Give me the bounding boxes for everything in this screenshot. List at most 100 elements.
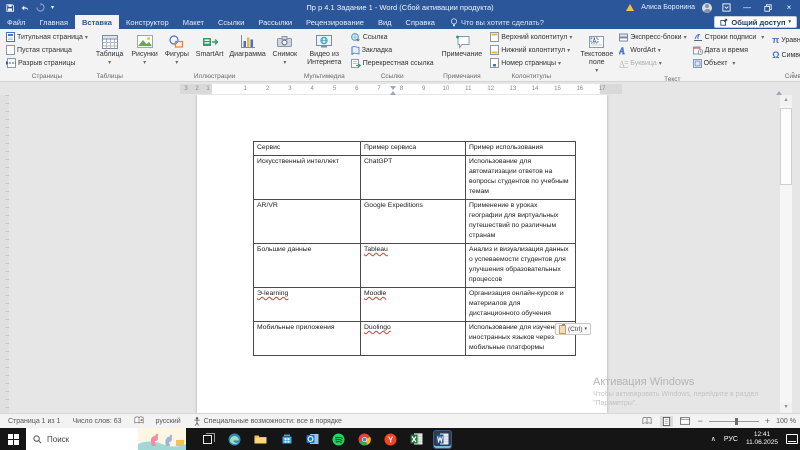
table-cell[interactable]: Большие данные (254, 244, 361, 288)
share-button[interactable]: Общий доступ ▾ (714, 16, 797, 28)
document-page[interactable]: СервисПример сервисаПример использования… (197, 95, 607, 413)
redo-icon[interactable] (36, 3, 45, 12)
paste-options-button[interactable]: (Ctrl) ▾ (555, 323, 591, 335)
accessibility-status[interactable]: Специальные возможности: все в порядке (193, 417, 342, 426)
chrome-icon[interactable] (356, 431, 373, 448)
outlook-icon[interactable] (304, 431, 321, 448)
minimize-button[interactable]: — (740, 0, 754, 15)
customize-qat-icon[interactable]: ▾ (51, 4, 54, 11)
smartart-button[interactable]: SmartArt (194, 31, 226, 72)
symbol-button[interactable]: Ω Символ▾ (770, 49, 800, 61)
tray-expand-icon[interactable]: ∧ (711, 435, 716, 443)
table-cell[interactable]: Moodle (361, 288, 466, 322)
yandex-browser-icon[interactable]: Y (382, 431, 399, 448)
tab-справка[interactable]: Справка (399, 15, 442, 29)
web-layout-icon[interactable] (679, 416, 692, 427)
action-center-icon[interactable] (786, 434, 798, 444)
tell-me-box[interactable]: Что вы хотите сделать? (442, 15, 544, 29)
table-header-cell[interactable]: Пример сервиса (361, 142, 466, 156)
tab-рецензирование[interactable]: Рецензирование (299, 15, 371, 29)
ribbon-display-options-button[interactable] (719, 0, 733, 15)
blank-page-button[interactable]: Пустая страница (4, 44, 90, 56)
online-video-button[interactable]: Видео из Интернета (304, 31, 345, 72)
table-cell[interactable]: Использование для автоматизации ответов … (466, 156, 576, 200)
table-cell[interactable]: Google Expeditions (361, 200, 466, 244)
date-time-button[interactable]: Дата и время (691, 44, 767, 56)
tab-файл[interactable]: Файл (0, 15, 32, 29)
table-cell[interactable]: Анализ и визуализация данных о успеваемо… (466, 244, 576, 288)
zoom-slider-thumb[interactable] (735, 418, 738, 425)
table-cell[interactable]: Применение в уроках географии для виртуа… (466, 200, 576, 244)
language-indicator[interactable]: русский (156, 418, 181, 425)
footer-button[interactable]: Нижний колонтитул▾ (488, 44, 574, 56)
table-cell[interactable]: Duolingo (361, 322, 466, 356)
tab-вид[interactable]: Вид (371, 15, 399, 29)
header-button[interactable]: Верхний колонтитул▾ (488, 31, 574, 43)
table-cell[interactable]: Мобильные приложения (254, 322, 361, 356)
edge-icon[interactable] (226, 431, 243, 448)
horizontal-ruler[interactable]: 3211234567891011121314151617 (180, 84, 622, 94)
clock[interactable]: 12:4111.06.2025 (746, 431, 778, 447)
zoom-in-button[interactable]: + (765, 416, 770, 426)
chart-button[interactable]: Диаграмма (227, 31, 267, 72)
table-button[interactable]: Таблица ▾ (94, 31, 125, 72)
restore-button[interactable] (761, 0, 775, 15)
cross-reference-button[interactable]: Перекрестная ссылка (349, 57, 436, 69)
first-line-indent-marker[interactable] (390, 86, 396, 90)
input-language[interactable]: РУС (724, 436, 738, 443)
bookmark-button[interactable]: Закладка (349, 44, 436, 56)
page-indicator[interactable]: Страница 1 из 1 (8, 418, 60, 425)
microsoft-store-icon[interactable] (278, 431, 295, 448)
screenshot-button[interactable]: Снимок▾ (270, 31, 300, 72)
zoom-slider[interactable] (709, 421, 759, 422)
table-cell[interactable]: Tableau (361, 244, 466, 288)
vertical-scrollbar[interactable]: ▴ ▾ (780, 95, 792, 413)
table-cell[interactable]: Искусственный интеллект (254, 156, 361, 200)
table-cell[interactable]: ChatGPT (361, 156, 466, 200)
tab-вставка[interactable]: Вставка (75, 15, 119, 29)
table-cell[interactable]: AR/VR (254, 200, 361, 244)
save-icon[interactable] (6, 4, 14, 12)
tab-конструктор[interactable]: Конструктор (119, 15, 176, 29)
text-box-button[interactable]: A Текстовое поле▾ (578, 31, 615, 75)
word-icon[interactable] (434, 431, 451, 448)
tab-макет[interactable]: Макет (176, 15, 211, 29)
table-header-cell[interactable]: Пример использования (466, 142, 576, 156)
account-name[interactable]: Алиса Боронина (641, 4, 695, 11)
tab-главная[interactable]: Главная (32, 15, 75, 29)
comment-button[interactable]: Примечание (440, 31, 485, 72)
collapse-ribbon-icon[interactable]: ⌃ (790, 71, 796, 79)
user-avatar[interactable] (702, 3, 712, 13)
zoom-level[interactable]: 100 % (776, 418, 796, 425)
page-break-button[interactable]: Разрыв страницы (4, 57, 90, 69)
read-mode-icon[interactable] (641, 416, 654, 427)
task-view-icon[interactable] (200, 431, 217, 448)
content-table[interactable]: СервисПример сервисаПример использования… (253, 141, 576, 356)
cover-page-button[interactable]: Титульная страница▾ (4, 31, 90, 43)
undo-icon[interactable] (20, 4, 30, 12)
spotify-icon[interactable] (330, 431, 347, 448)
zoom-out-button[interactable]: − (698, 416, 703, 426)
file-explorer-icon[interactable] (252, 431, 269, 448)
object-button[interactable]: Объект▾ (691, 57, 767, 69)
pictures-button[interactable]: Рисунки▾ (129, 31, 159, 72)
start-button[interactable] (0, 428, 26, 450)
scroll-down-icon[interactable]: ▾ (780, 402, 792, 413)
scroll-up-icon[interactable]: ▴ (780, 95, 792, 106)
signature-line-button[interactable]: Строки подписи▾ (691, 31, 767, 43)
shapes-button[interactable]: Фигуры▾ (162, 31, 192, 72)
equation-button[interactable]: π Уравнение▾ (770, 34, 800, 46)
scrollbar-thumb[interactable] (780, 108, 792, 185)
wordart-button[interactable]: A WordArt▾ (617, 44, 688, 56)
vertical-ruler[interactable] (0, 95, 9, 413)
quick-parts-button[interactable]: Экспресс-блоки▾ (617, 31, 688, 43)
tab-ссылки[interactable]: Ссылки (211, 15, 251, 29)
tab-рассылки[interactable]: Рассылки (251, 15, 299, 29)
link-button[interactable]: Ссылка (349, 31, 436, 43)
print-layout-icon[interactable] (660, 416, 673, 427)
page-number-button[interactable]: Номер страницы▾ (488, 57, 574, 69)
table-cell[interactable]: Э-learning (254, 288, 361, 322)
table-header-cell[interactable]: Сервис (254, 142, 361, 156)
drop-cap-button[interactable]: A Буквица▾ (617, 57, 688, 69)
word-count[interactable]: Число слов: 63 (72, 418, 121, 425)
